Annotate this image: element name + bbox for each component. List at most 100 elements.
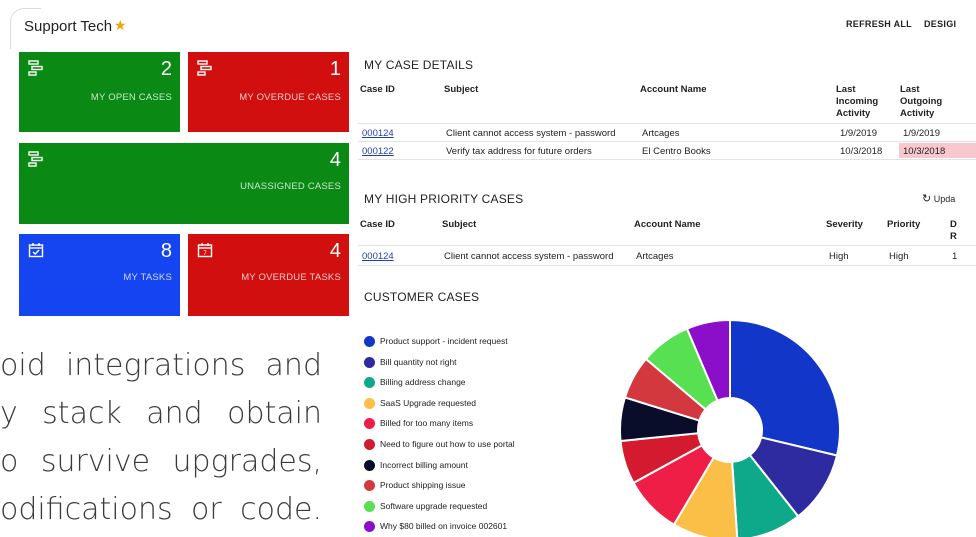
case-subject: Client cannot access system - password bbox=[444, 251, 614, 262]
cases-icon bbox=[28, 151, 43, 167]
case-id-link[interactable]: 000124 bbox=[362, 251, 394, 262]
donut-slice[interactable] bbox=[731, 453, 800, 537]
column-header-case-id: Case ID bbox=[360, 219, 395, 230]
tile-label: MY OVERDUE TASKS bbox=[241, 272, 341, 283]
header-line: R bbox=[950, 231, 957, 242]
header-line: D bbox=[950, 219, 957, 230]
calendar-check-icon bbox=[28, 243, 44, 258]
case-account: El Centro Books bbox=[642, 146, 711, 157]
tile-my-overdue-cases[interactable]: 1 MY OVERDUE CASES bbox=[188, 52, 349, 132]
customer-cases-title: CUSTOMER CASES bbox=[364, 290, 480, 304]
column-header-last-incoming: Last Incoming Activity bbox=[836, 84, 878, 120]
tile-my-open-cases[interactable]: 2 MY OPEN CASES bbox=[19, 52, 180, 132]
header-line: Activity bbox=[836, 108, 871, 119]
donut-slice[interactable] bbox=[623, 357, 707, 422]
legend-swatch bbox=[364, 480, 375, 492]
case-priority: High bbox=[889, 251, 909, 262]
header-line: Incoming bbox=[836, 96, 879, 107]
legend-label: Billed for too many items bbox=[380, 418, 474, 429]
donut-slice[interactable] bbox=[729, 318, 841, 457]
case-last-outgoing: 10/3/2018 bbox=[903, 146, 946, 157]
case-last-incoming: 1/9/2019 bbox=[840, 128, 877, 139]
tile-count: 4 bbox=[329, 149, 341, 171]
legend-swatch bbox=[364, 377, 375, 389]
overlay-line: y stack and obtain bbox=[0, 396, 322, 431]
legend-swatch bbox=[364, 459, 375, 471]
legend-swatch bbox=[364, 439, 375, 450]
case-subject: Verify tax address for future orders bbox=[446, 146, 592, 157]
legend-swatch bbox=[364, 336, 375, 347]
legend-label: Product shipping issue bbox=[380, 480, 466, 491]
refresh-icon: ↻ bbox=[922, 193, 932, 205]
tile-count: 1 bbox=[329, 58, 341, 80]
tile-my-tasks[interactable]: 8 MY TASKS bbox=[19, 234, 180, 316]
tile-label: MY OPEN CASES bbox=[90, 92, 172, 103]
donut-slice[interactable] bbox=[632, 444, 716, 527]
column-header-severity: Severity bbox=[826, 219, 863, 230]
cases-icon bbox=[197, 60, 212, 76]
tile-count: 4 bbox=[329, 240, 341, 262]
case-id-link[interactable]: 000122 bbox=[362, 146, 394, 157]
donut-slice[interactable] bbox=[685, 318, 731, 402]
column-header-subject: Subject bbox=[442, 219, 477, 230]
legend-label: Bill quantity not right bbox=[380, 356, 457, 367]
tile-label: UNASSIGNED CASES bbox=[240, 181, 341, 192]
overlay-text: oid integrations and y stack and obtain … bbox=[0, 342, 322, 534]
dashboard-title: Support Tech bbox=[24, 18, 113, 35]
case-details-title: MY CASE DETAILS bbox=[364, 58, 474, 72]
legend-label: SaaS Upgrade requested bbox=[380, 397, 476, 408]
donut-slice[interactable] bbox=[619, 396, 701, 443]
cases-icon bbox=[28, 60, 43, 76]
column-header-priority: Priority bbox=[887, 219, 921, 230]
legend-label: Billing address change bbox=[380, 377, 466, 388]
legend-label: Incorrect billing amount bbox=[380, 459, 468, 470]
tile-count: 8 bbox=[160, 240, 172, 262]
legend-label: Need to figure out how to use portal bbox=[380, 439, 515, 449]
case-severity: High bbox=[829, 251, 849, 262]
header-line: Outgoing bbox=[900, 96, 943, 107]
case-id-link[interactable]: 000124 bbox=[362, 128, 394, 139]
column-header-account-name: Account Name bbox=[634, 219, 701, 230]
column-header-account-name: Account Name bbox=[640, 84, 707, 95]
design-button[interactable]: DESIGI bbox=[924, 19, 956, 29]
legend-swatch bbox=[364, 521, 375, 533]
legend-label: Product support - incident request bbox=[380, 336, 508, 346]
legend-swatch bbox=[364, 418, 375, 430]
divider bbox=[358, 141, 976, 142]
case-account: Artcages bbox=[636, 251, 674, 262]
column-header-last-outgoing: Last Outgoing Activity bbox=[900, 84, 942, 120]
tile-label: MY TASKS bbox=[123, 272, 172, 283]
refresh-all-button[interactable]: REFRESH ALL bbox=[846, 19, 912, 29]
legend-swatch bbox=[364, 397, 375, 409]
legend-label: Why $80 billed on invoice 002601 bbox=[380, 521, 508, 532]
case-account: Artcages bbox=[642, 128, 680, 139]
update-label: Upda bbox=[933, 194, 956, 204]
update-button[interactable]: ↻ Upda bbox=[922, 192, 955, 205]
overlay-line: o survive upgrades, bbox=[0, 444, 322, 479]
favorite-star-icon[interactable]: ★ bbox=[114, 17, 127, 34]
donut-slice[interactable] bbox=[672, 456, 739, 537]
donut-slice[interactable] bbox=[748, 436, 839, 518]
tile-label: MY OVERDUE CASES bbox=[239, 92, 341, 103]
case-last-outgoing: 1/9/2019 bbox=[903, 128, 940, 139]
donut-slice[interactable] bbox=[644, 327, 719, 411]
header-line: Activity bbox=[900, 108, 935, 119]
calendar-7-icon: 7 bbox=[197, 243, 213, 258]
header-line: Last bbox=[900, 84, 920, 95]
high-priority-title: MY HIGH PRIORITY CASES bbox=[364, 192, 524, 206]
header-line: Last bbox=[836, 84, 856, 95]
divider bbox=[358, 159, 976, 160]
legend-label: Software upgrade requested bbox=[380, 500, 488, 511]
column-header-case-id: Case ID bbox=[360, 84, 395, 95]
tile-my-overdue-tasks[interactable]: 7 4 MY OVERDUE TASKS bbox=[188, 234, 349, 316]
case-extra: 1 bbox=[952, 251, 958, 262]
legend-swatch bbox=[364, 500, 375, 512]
divider bbox=[358, 245, 976, 246]
legend-swatch bbox=[364, 356, 375, 368]
dashboard-header: Support Tech ★ REFRESH ALL DESIGI bbox=[0, 0, 976, 49]
tile-unassigned-cases[interactable]: 4 UNASSIGNED CASES bbox=[19, 143, 349, 224]
column-header-extra: D R bbox=[950, 219, 957, 243]
tile-count: 2 bbox=[160, 58, 172, 80]
case-subject: Client cannot access system - password bbox=[446, 128, 616, 139]
donut-slice[interactable] bbox=[619, 432, 704, 485]
